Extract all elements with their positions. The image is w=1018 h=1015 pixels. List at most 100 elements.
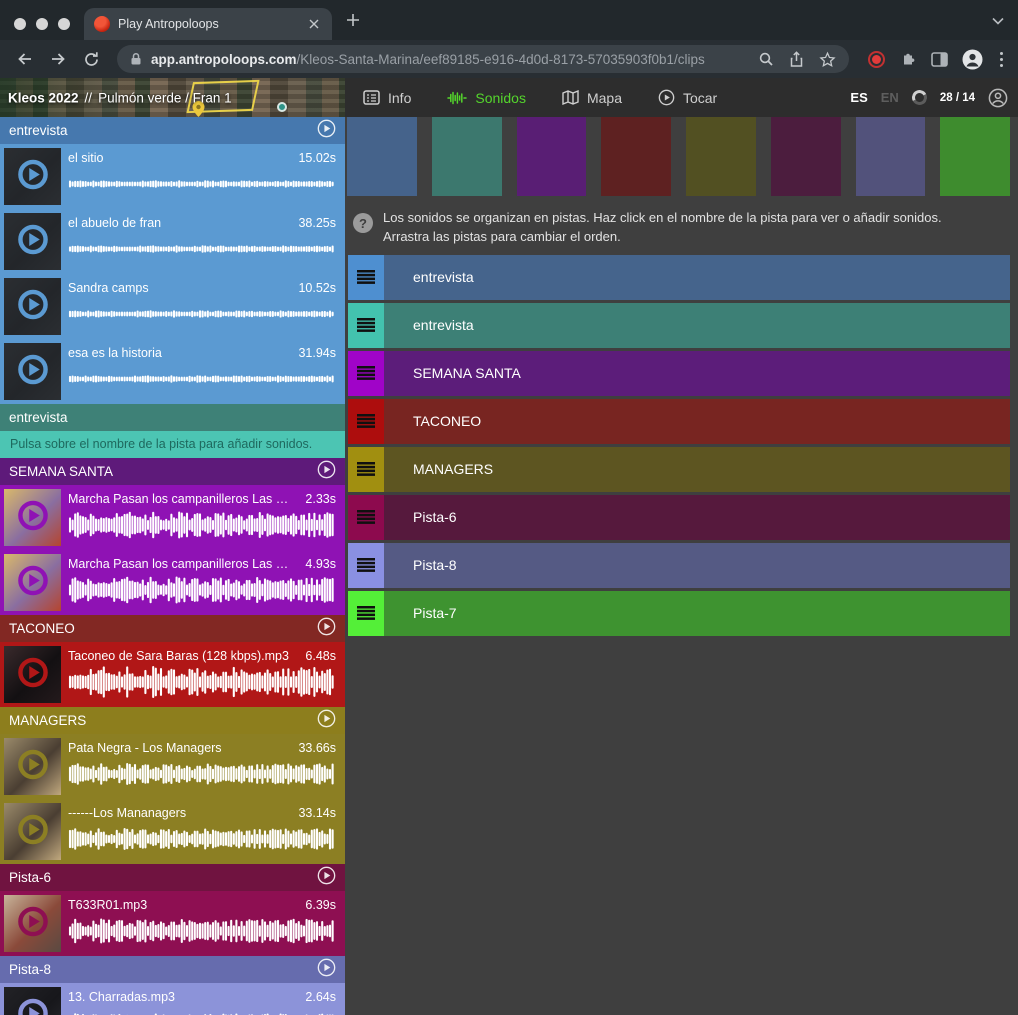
clip-thumbnail[interactable] bbox=[4, 489, 61, 546]
tab-search-chevron-icon[interactable] bbox=[992, 12, 1004, 30]
clip-thumbnail[interactable] bbox=[4, 278, 61, 335]
track-row[interactable]: SEMANA SANTA bbox=[348, 351, 1010, 396]
clip-item[interactable]: el abuelo de fran38.25s bbox=[0, 209, 345, 274]
track-pad[interactable] bbox=[432, 117, 502, 196]
browser-tab[interactable]: Play Antropoloops bbox=[84, 8, 332, 40]
clip-play-icon[interactable] bbox=[16, 287, 50, 326]
play-circle-icon bbox=[658, 89, 675, 106]
clip-thumbnail[interactable] bbox=[4, 803, 61, 860]
track-drag-handle[interactable] bbox=[348, 351, 384, 396]
track-drag-handle[interactable] bbox=[348, 543, 384, 588]
clip-item[interactable]: Pata Negra - Los Managers33.66s bbox=[0, 734, 345, 799]
clip-play-icon[interactable] bbox=[16, 498, 50, 537]
window-close-button[interactable] bbox=[14, 18, 26, 30]
profile-avatar[interactable] bbox=[962, 49, 983, 70]
track-pad[interactable] bbox=[856, 117, 926, 196]
new-tab-button[interactable] bbox=[346, 13, 360, 40]
track-row[interactable]: Pista-6 bbox=[348, 495, 1010, 540]
clip-play-icon[interactable] bbox=[16, 563, 50, 602]
track-drag-handle[interactable] bbox=[348, 591, 384, 636]
track-play-button[interactable] bbox=[317, 866, 336, 890]
clip-thumbnail[interactable] bbox=[4, 554, 61, 611]
clip-duration: 6.39s bbox=[305, 898, 336, 912]
address-bar[interactable]: app.antropoloops.com/Kleos-Santa-Marina/… bbox=[117, 45, 849, 73]
track-row[interactable]: Pista-8 bbox=[348, 543, 1010, 588]
lang-en-button[interactable]: EN bbox=[881, 90, 899, 105]
share-icon[interactable] bbox=[789, 51, 804, 68]
clip-thumbnail[interactable] bbox=[4, 646, 61, 703]
track-row[interactable]: entrevista bbox=[348, 303, 1010, 348]
track-play-button[interactable] bbox=[317, 617, 336, 641]
clip-thumbnail[interactable] bbox=[4, 895, 61, 952]
track-play-button[interactable] bbox=[317, 709, 336, 733]
track-play-button[interactable] bbox=[317, 460, 336, 484]
clip-thumbnail[interactable] bbox=[4, 213, 61, 270]
clip-thumbnail[interactable] bbox=[4, 148, 61, 205]
clip-item[interactable]: esa es la historia31.94s bbox=[0, 339, 345, 404]
forward-button[interactable] bbox=[45, 46, 71, 72]
clip-item[interactable]: Sandra camps10.52s bbox=[0, 274, 345, 339]
nav-info[interactable]: Info bbox=[363, 90, 411, 106]
clip-item[interactable]: Marcha Pasan los campanilleros Las Mejor… bbox=[0, 550, 345, 615]
nav-sonidos[interactable]: Sonidos bbox=[447, 90, 526, 106]
track-row[interactable]: entrevista bbox=[348, 255, 1010, 300]
track-drag-handle[interactable] bbox=[348, 303, 384, 348]
clip-item[interactable]: T633R01.mp36.39s bbox=[0, 891, 345, 956]
track-section-header[interactable]: Pista-6 bbox=[0, 864, 345, 891]
track-play-button[interactable] bbox=[317, 958, 336, 982]
track-drag-handle[interactable] bbox=[348, 495, 384, 540]
track-pad[interactable] bbox=[601, 117, 671, 196]
track-pad[interactable] bbox=[517, 117, 587, 196]
track-drag-handle[interactable] bbox=[348, 255, 384, 300]
side-panel-icon[interactable] bbox=[931, 52, 948, 67]
track-drag-handle[interactable] bbox=[348, 399, 384, 444]
clip-play-icon[interactable] bbox=[16, 352, 50, 391]
tab-close-icon[interactable] bbox=[306, 16, 322, 32]
bookmark-star-icon[interactable] bbox=[819, 51, 836, 68]
clip-play-icon[interactable] bbox=[16, 222, 50, 261]
extensions-puzzle-icon[interactable] bbox=[899, 50, 917, 68]
track-row[interactable]: MANAGERS bbox=[348, 447, 1010, 492]
window-minimize-button[interactable] bbox=[36, 18, 48, 30]
back-button[interactable] bbox=[12, 46, 38, 72]
track-section-header[interactable]: entrevista bbox=[0, 117, 345, 144]
track-play-button[interactable] bbox=[317, 119, 336, 143]
reload-button[interactable] bbox=[78, 46, 104, 72]
track-row[interactable]: TACONEO bbox=[348, 399, 1010, 444]
clip-thumbnail[interactable] bbox=[4, 738, 61, 795]
clip-play-icon[interactable] bbox=[16, 157, 50, 196]
tracks-pane: ? Los sonidos se organizan en pistas. Ha… bbox=[345, 117, 1018, 1015]
track-pad[interactable] bbox=[347, 117, 417, 196]
clip-play-icon[interactable] bbox=[16, 747, 50, 786]
nav-tocar[interactable]: Tocar bbox=[658, 89, 717, 106]
nav-mapa-label: Mapa bbox=[587, 90, 622, 106]
track-section-header[interactable]: SEMANA SANTA bbox=[0, 458, 345, 485]
clip-play-icon[interactable] bbox=[16, 812, 50, 851]
clip-item[interactable]: Taconeo de Sara Baras (128 kbps).mp36.48… bbox=[0, 642, 345, 707]
lang-es-button[interactable]: ES bbox=[850, 90, 867, 105]
track-pad[interactable] bbox=[686, 117, 756, 196]
clip-item[interactable]: ------Los Mananagers33.14s bbox=[0, 799, 345, 864]
clip-play-icon[interactable] bbox=[16, 996, 50, 1015]
record-extension-icon[interactable] bbox=[868, 51, 885, 68]
track-section-header[interactable]: Pista-8 bbox=[0, 956, 345, 983]
track-row[interactable]: Pista-7 bbox=[348, 591, 1010, 636]
track-pad[interactable] bbox=[940, 117, 1010, 196]
track-section-header[interactable]: MANAGERS bbox=[0, 707, 345, 734]
track-section-header[interactable]: TACONEO bbox=[0, 615, 345, 642]
clip-thumbnail[interactable] bbox=[4, 343, 61, 400]
clip-play-icon[interactable] bbox=[16, 655, 50, 694]
browser-menu-icon[interactable] bbox=[997, 52, 1006, 67]
clip-item[interactable]: Marcha Pasan los campanilleros Las Mejor… bbox=[0, 485, 345, 550]
track-pad[interactable] bbox=[771, 117, 841, 196]
zoom-page-icon[interactable] bbox=[758, 51, 774, 67]
window-zoom-button[interactable] bbox=[58, 18, 70, 30]
clip-thumbnail[interactable] bbox=[4, 987, 61, 1015]
nav-mapa[interactable]: Mapa bbox=[562, 90, 622, 106]
account-icon[interactable] bbox=[988, 88, 1008, 108]
clip-item[interactable]: el sitio15.02s bbox=[0, 144, 345, 209]
clip-play-icon[interactable] bbox=[16, 904, 50, 943]
clip-item[interactable]: 13. Charradas.mp32.64s bbox=[0, 983, 345, 1015]
track-drag-handle[interactable] bbox=[348, 447, 384, 492]
track-section-header[interactable]: entrevista bbox=[0, 404, 345, 431]
